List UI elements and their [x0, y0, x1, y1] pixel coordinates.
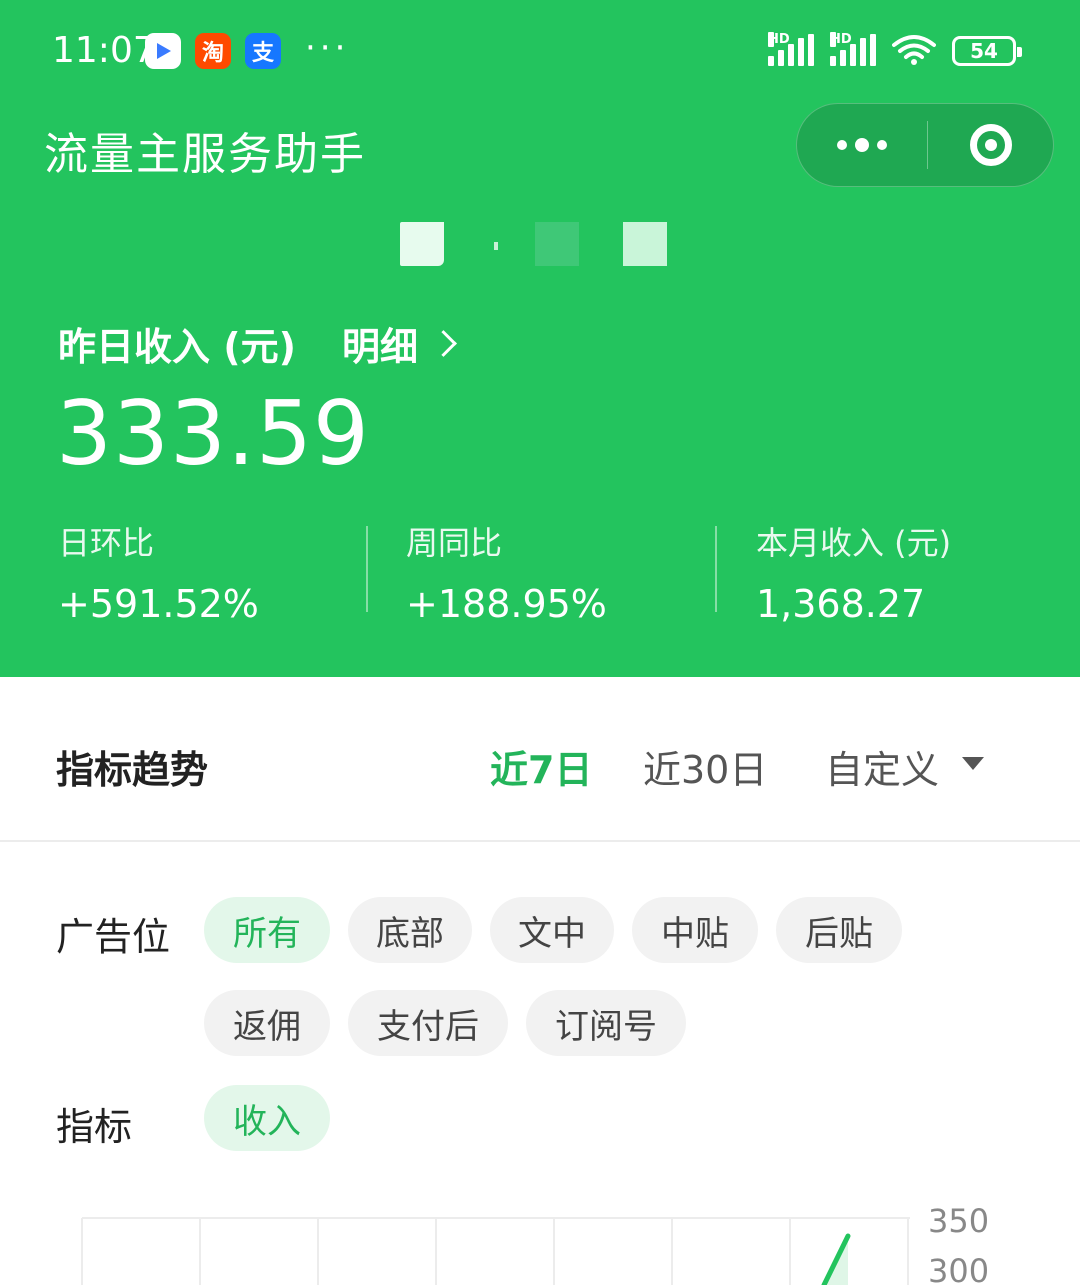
stat-value: 1,368.27	[756, 582, 926, 626]
chart-grid	[81, 1217, 910, 1285]
stat-label: 日环比	[58, 524, 155, 562]
ad-slot-chip-mid-roll[interactable]: 中贴	[632, 897, 758, 963]
dropdown-caret-icon[interactable]	[962, 757, 984, 770]
trend-chart: 350 300	[81, 1202, 989, 1285]
close-miniprogram-button[interactable]	[928, 104, 1053, 186]
yesterday-income-value: 333.59	[56, 382, 370, 485]
ad-slot-chip-all[interactable]: 所有	[204, 897, 330, 963]
ad-slot-label: 广告位	[56, 915, 171, 959]
taobao-app-icon: 淘	[195, 33, 231, 69]
metric-chip-income[interactable]: 收入	[204, 1085, 330, 1151]
signal-hd-label-2: HD	[830, 32, 852, 47]
more-menu-button[interactable]	[797, 104, 927, 186]
stat-label: 本月收入 (元)	[756, 524, 952, 562]
stat-label: 周同比	[406, 524, 503, 562]
ad-slot-chip-after-payment[interactable]: 支付后	[348, 990, 508, 1056]
range-tab-30d[interactable]: 近30日	[643, 739, 767, 794]
stat-week-over-week: 周同比 +188.95%	[406, 518, 607, 626]
ad-slot-chip-bottom[interactable]: 底部	[348, 897, 472, 963]
stat-divider	[715, 526, 717, 612]
ad-slot-chip-rebate[interactable]: 返佣	[204, 990, 330, 1056]
stat-month-income: 本月收入 (元) 1,368.27	[756, 518, 951, 626]
stat-divider	[366, 526, 368, 612]
dot-icon	[837, 140, 847, 150]
yesterday-income-label: 昨日收入 (元)	[58, 325, 296, 369]
alipay-app-icon: 支	[245, 33, 281, 69]
metric-label: 指标	[56, 1105, 133, 1149]
miniprogram-capsule	[796, 103, 1054, 187]
battery-icon: 54	[952, 36, 1022, 66]
signal-hd-label: HD	[768, 32, 790, 47]
dot-icon	[855, 138, 869, 152]
trend-range-bar: 指标趋势 近7日 近30日 自定义	[0, 677, 1080, 842]
detail-link-label: 明细	[342, 325, 419, 369]
ad-slot-chip-subscription[interactable]: 订阅号	[526, 990, 686, 1056]
status-time: 11:07	[52, 30, 156, 71]
range-tab-custom[interactable]: 自定义	[825, 739, 939, 794]
stat-value: +188.95%	[406, 582, 607, 626]
range-tab-7d[interactable]: 近7日	[490, 739, 592, 794]
status-more-icon: ···	[305, 28, 350, 68]
wifi-icon	[892, 35, 936, 65]
stat-value: +591.52%	[58, 582, 259, 626]
stat-day-over-day: 日环比 +591.52%	[58, 518, 259, 626]
ad-slot-chip-post-roll[interactable]: 后贴	[776, 897, 902, 963]
y-tick-label: 350	[928, 1202, 989, 1240]
detail-link[interactable]: 明细	[342, 316, 457, 371]
chevron-right-icon	[430, 330, 457, 357]
status-indicators: HD HD 54	[768, 32, 1022, 66]
video-app-icon	[145, 33, 181, 69]
y-tick-label: 300	[928, 1252, 989, 1285]
redacted-account-name	[0, 222, 1080, 268]
signal-icon: HD	[768, 32, 814, 66]
app-title: 流量主服务助手	[44, 129, 366, 180]
summary-header: 11:07 淘 支 ··· HD HD 54 流量主服务助手 昨日收入 (元) …	[0, 0, 1080, 677]
target-icon	[969, 124, 1012, 166]
ad-slot-chip-in-article[interactable]: 文中	[490, 897, 614, 963]
trend-title: 指标趋势	[56, 748, 209, 792]
signal-icon-2: HD	[830, 32, 876, 66]
status-app-icons: 淘 支	[145, 33, 281, 69]
income-stats: 日环比 +591.52% 周同比 +188.95% 本月收入 (元) 1,368…	[0, 518, 1080, 626]
dot-icon	[877, 140, 887, 150]
